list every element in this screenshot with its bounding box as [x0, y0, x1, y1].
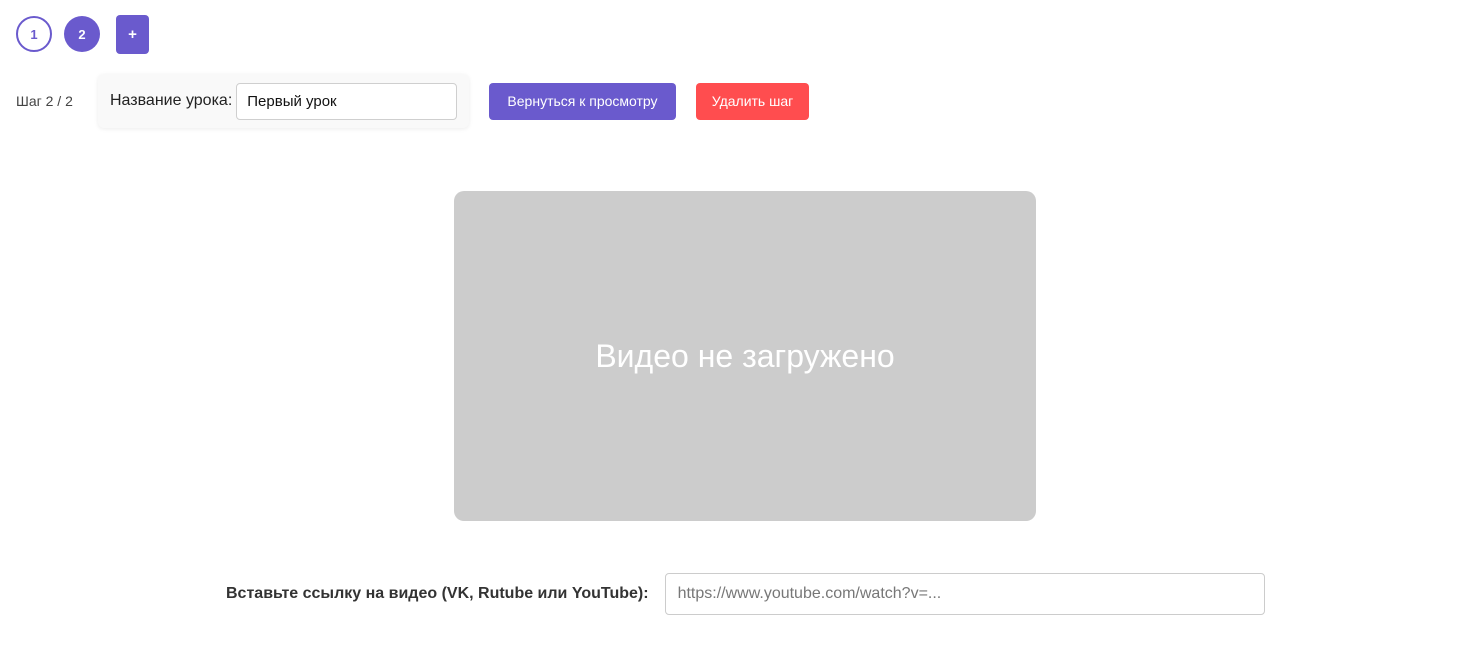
video-url-input[interactable]: [664, 573, 1265, 615]
video-url-label: Вставьте ссылку на видео (VK, Rutube или…: [226, 585, 649, 602]
delete-step-button[interactable]: Удалить шаг: [696, 82, 809, 120]
step-2-button[interactable]: 2: [64, 16, 100, 52]
lesson-title-label: Название урока:: [110, 92, 233, 109]
step-1-button[interactable]: 1: [16, 16, 52, 52]
lesson-title-input[interactable]: [236, 82, 458, 120]
add-step-button[interactable]: +: [116, 14, 149, 54]
video-url-row: Вставьте ссылку на видео (VK, Rutube или…: [226, 573, 1265, 615]
lesson-title-card: Название урока:: [98, 74, 469, 128]
video-placeholder: Видео не загружено: [454, 191, 1036, 521]
step-counter: Шаг 2 / 2: [16, 93, 73, 109]
back-to-view-button[interactable]: Вернуться к просмотру: [489, 82, 676, 120]
editor-toolbar: Шаг 2 / 2 Название урока: Вернуться к пр…: [16, 74, 809, 128]
step-navigation: 1 2 +: [16, 14, 149, 54]
video-placeholder-text: Видео не загружено: [595, 337, 895, 374]
